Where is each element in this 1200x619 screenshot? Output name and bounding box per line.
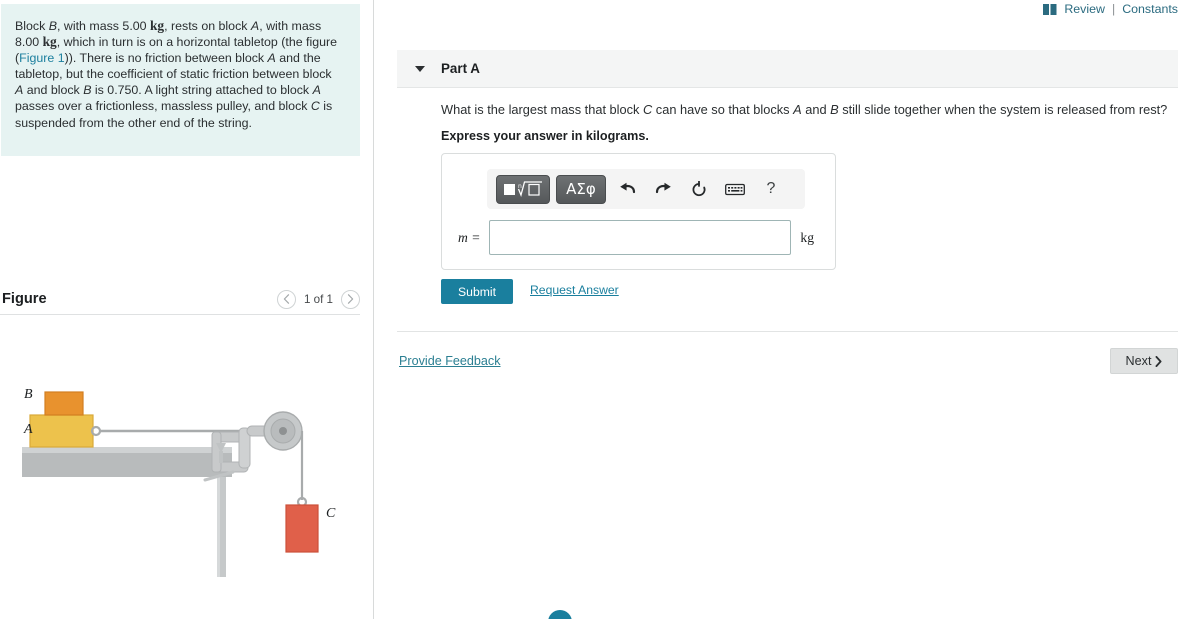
block-a-shape: [29, 414, 94, 448]
book-icon: [1043, 3, 1057, 15]
reset-circular-arrow-icon[interactable]: [684, 175, 714, 204]
block-b-label: B: [24, 387, 33, 402]
block-c-shape: [285, 504, 319, 553]
page-root: Block B, with mass 5.00 kg, rests on blo…: [0, 0, 1200, 619]
figure-1-link[interactable]: Figure 1: [19, 51, 64, 65]
undo-glyph: [619, 182, 635, 193]
math-toolbar: n ΑΣφ ?: [487, 169, 805, 209]
request-answer-link[interactable]: Request Answer: [530, 283, 619, 297]
figure-header: Figure 1 of 1: [0, 283, 360, 315]
problem-text-3: , rests on block: [164, 19, 251, 33]
problem-var-a4: A: [312, 83, 321, 98]
problem-text-8: and block: [23, 83, 84, 98]
question-var-b: B: [830, 102, 839, 117]
part-a-header[interactable]: Part A: [397, 50, 1178, 88]
pulley-system-illustration: B A C: [22, 387, 336, 577]
mass-variable-label: m =: [458, 229, 481, 245]
answer-input-row: m = kg: [458, 220, 814, 255]
problem-text-2: , with mass 5.00: [57, 19, 150, 33]
help-question-icon[interactable]: ?: [756, 175, 786, 204]
undo-arrow-icon[interactable]: [612, 175, 642, 204]
block-c-label: C: [326, 506, 336, 521]
loading-indicator: [548, 610, 572, 619]
table-leg-highlight: [217, 477, 220, 577]
caret-down-icon[interactable]: [415, 65, 425, 72]
review-constants-bar: Review | Constants: [1043, 2, 1178, 16]
problem-unit-kg-1: kg: [149, 18, 165, 33]
redo-arrow-icon[interactable]: [648, 175, 678, 204]
provide-feedback-link[interactable]: Provide Feedback: [399, 354, 501, 368]
sqrt-template-icon[interactable]: n: [496, 174, 550, 204]
problem-text-1: Block: [15, 19, 49, 33]
problem-statement: Block B, with mass 5.00 kg, rests on blo…: [1, 4, 360, 156]
pulley-axle: [279, 427, 287, 435]
right-panel: Review | Constants Part A What is the la…: [375, 0, 1200, 619]
block-a-label: A: [23, 422, 33, 437]
submit-button[interactable]: Submit: [441, 279, 513, 304]
problem-var-b: B: [48, 19, 58, 33]
question-text: What is the largest mass that block C ca…: [441, 102, 1167, 117]
bottom-divider: [397, 331, 1178, 332]
question-var-c: C: [643, 102, 653, 117]
part-a-title: Part A: [441, 61, 480, 76]
question-mid: can have so that blocks: [652, 102, 794, 117]
chevron-left-icon[interactable]: [276, 289, 296, 309]
figure-navigation: 1 of 1: [276, 289, 360, 309]
problem-var-a: A: [250, 19, 260, 33]
chevron-right-icon[interactable]: [341, 289, 360, 309]
problem-var-a2: A: [267, 51, 276, 66]
next-button-label: Next: [1125, 354, 1152, 368]
chevron-left-glyph: [283, 294, 290, 304]
greek-symbols-button[interactable]: ΑΣφ: [556, 174, 606, 204]
review-link[interactable]: Review: [1064, 2, 1105, 16]
figure-divider: [0, 314, 360, 315]
figure-diagram: B A C: [0, 322, 365, 582]
sqrt-template-glyph: n: [504, 181, 542, 198]
question-pre: What is the largest mass that block: [441, 102, 643, 117]
question-post: still slide together when the system is …: [838, 102, 1168, 117]
problem-unit-kg-2: kg: [42, 34, 57, 50]
block-b-shape: [44, 391, 84, 416]
unit-label: kg: [800, 229, 814, 245]
redo-glyph: [655, 182, 671, 193]
keyboard-icon[interactable]: [720, 175, 750, 204]
problem-var-c: C: [310, 99, 320, 114]
constants-link[interactable]: Constants: [1122, 2, 1178, 16]
problem-text-10: passes over a frictionless, massless pul…: [15, 99, 311, 114]
figure-title: Figure: [2, 291, 47, 307]
question-and: and: [801, 102, 831, 117]
answer-entry-box: n ΑΣφ ? m = kg: [441, 153, 836, 270]
keyboard-glyph: [725, 183, 745, 195]
problem-text-9: is 0.750. A light string attached to blo…: [91, 83, 313, 98]
tabletop-surface: [22, 447, 232, 453]
next-button[interactable]: Next: [1110, 348, 1178, 374]
review-separator: |: [1111, 2, 1116, 16]
figure-counter: 1 of 1: [303, 292, 333, 306]
question-var-a: A: [793, 102, 802, 117]
problem-text-6: )). There is no friction between block: [64, 51, 268, 66]
svg-text:n: n: [518, 183, 522, 190]
book-glyph: [1043, 3, 1057, 15]
answer-input[interactable]: [489, 220, 792, 255]
left-panel: Block B, with mass 5.00 kg, rests on blo…: [0, 0, 374, 619]
express-instruction: Express your answer in kilograms.: [441, 129, 649, 143]
chevron-right-glyph: [347, 294, 354, 304]
reset-glyph: [692, 180, 706, 196]
chevron-right-icon: [1155, 355, 1162, 367]
tabletop-slab: [22, 453, 232, 477]
